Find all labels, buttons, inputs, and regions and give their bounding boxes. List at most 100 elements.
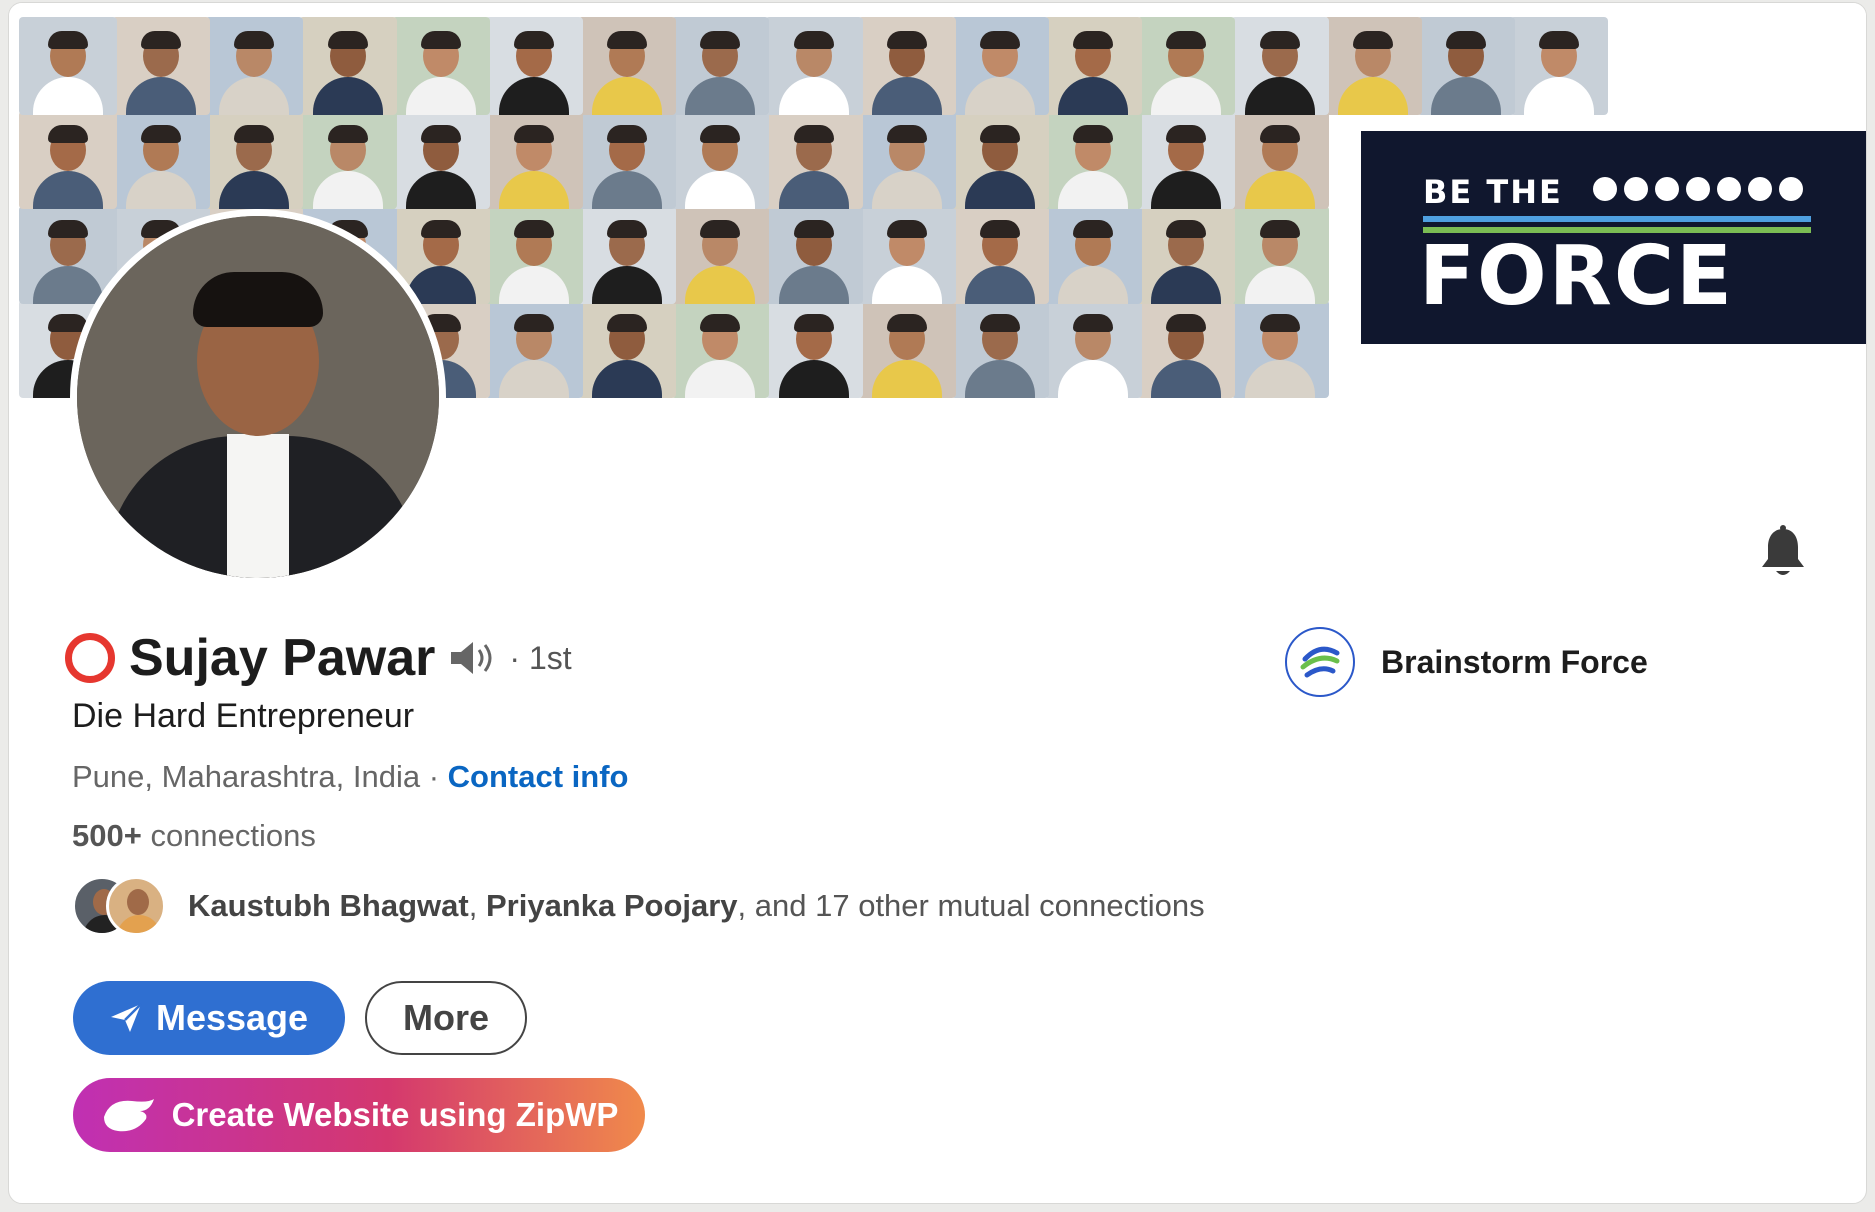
tile-body <box>778 360 849 398</box>
tile-hair <box>420 125 461 143</box>
location-row: Pune, Maharashtra, India · Contact info <box>72 759 628 795</box>
connection-photo-tile <box>485 17 583 115</box>
connection-photo-tile <box>671 206 770 304</box>
tile-hair <box>980 125 1020 143</box>
contact-info-link[interactable]: Contact info <box>448 759 629 794</box>
tile-hair <box>1539 31 1580 49</box>
tile-hair <box>420 31 461 49</box>
logo-icon <box>1717 177 1741 201</box>
connection-photo-tile <box>1137 206 1236 304</box>
tile-body <box>1244 171 1315 209</box>
connection-photo-tile <box>764 111 863 209</box>
connection-photo-tile <box>951 111 1049 209</box>
connection-photo-tile <box>1044 300 1143 398</box>
tile-body <box>592 360 663 398</box>
connection-photo-tile <box>671 111 770 209</box>
connection-photo-tile <box>205 111 304 209</box>
profile-name: Sujay Pawar <box>129 629 436 687</box>
connections-number: 500+ <box>72 818 142 853</box>
tile-body <box>685 171 756 209</box>
tile-hair <box>607 314 648 332</box>
company-logo-icon <box>1285 627 1355 697</box>
tile-body <box>871 171 942 209</box>
mutual-comma: , <box>468 888 486 923</box>
connection-photo-tile <box>485 206 583 304</box>
tile-hair <box>980 314 1020 332</box>
mutual-rest: , and 17 other mutual connections <box>737 888 1205 923</box>
connection-photo-tile <box>391 17 490 115</box>
tile-body <box>405 171 476 209</box>
connection-photo-tile <box>951 206 1049 304</box>
tile-body <box>1151 77 1222 115</box>
mutual-connections[interactable]: Kaustubh Bhagwat, Priyanka Poojary, and … <box>72 876 1205 936</box>
tile-body <box>778 266 849 304</box>
more-button[interactable]: More <box>365 981 527 1055</box>
connection-photo-tile <box>298 17 397 115</box>
tile-hair <box>1073 314 1114 332</box>
tile-body <box>126 171 197 209</box>
connection-photo-tile <box>1230 17 1329 115</box>
banner-headline-small: BE THE <box>1423 173 1563 211</box>
tile-hair <box>1073 125 1114 143</box>
avatar-body <box>117 915 161 933</box>
tile-hair <box>141 125 182 143</box>
connection-photo-tile <box>1230 206 1329 304</box>
current-company[interactable]: Brainstorm Force <box>1285 627 1648 697</box>
connection-photo-tile <box>857 111 956 209</box>
tile-body <box>778 171 849 209</box>
connection-photo-tile <box>671 17 770 115</box>
connection-degree: · 1st <box>509 639 572 676</box>
location-separator: · <box>420 759 448 794</box>
tile-hair <box>1166 220 1207 238</box>
connections-count[interactable]: 500+ connections <box>72 818 316 854</box>
tile-hair <box>514 31 554 49</box>
message-button[interactable]: Message <box>73 981 345 1055</box>
tile-hair <box>700 220 741 238</box>
connection-photo-tile <box>857 206 956 304</box>
tile-hair <box>1446 31 1486 49</box>
profile-card: BE THE FORCE Sujay Pawar · 1st Die Hard … <box>8 2 1867 1204</box>
tile-hair <box>1166 31 1207 49</box>
tile-body <box>1524 77 1595 115</box>
logo-icon <box>1655 177 1679 201</box>
connection-photo-tile <box>951 17 1049 115</box>
mutual-name-1: Kaustubh Bhagwat <box>188 888 469 923</box>
tile-body <box>33 171 103 209</box>
zipwp-logo-icon <box>103 1099 154 1132</box>
tile-body <box>33 77 103 115</box>
photo-shirt <box>227 434 289 578</box>
connection-photo-tile <box>578 111 677 209</box>
tile-hair <box>141 31 182 49</box>
speaker-icon[interactable] <box>449 638 497 678</box>
tile-hair <box>886 314 927 332</box>
connection-photo-tile <box>1323 17 1422 115</box>
tile-hair <box>886 220 927 238</box>
bell-icon[interactable] <box>1757 525 1809 579</box>
connection-photo-tile <box>1044 111 1143 209</box>
logo-icon <box>1624 177 1648 201</box>
tile-hair <box>327 31 368 49</box>
tile-body <box>965 77 1035 115</box>
profile-headline: Die Hard Entrepreneur <box>72 697 415 735</box>
tile-body <box>592 266 663 304</box>
connection-photo-tile <box>205 17 304 115</box>
tile-hair <box>1259 314 1300 332</box>
tile-body <box>219 171 290 209</box>
tile-hair <box>700 125 741 143</box>
name-row: Sujay Pawar · 1st <box>65 628 572 688</box>
tile-body <box>499 360 569 398</box>
logo-icon <box>1686 177 1710 201</box>
connection-photo-tile <box>764 300 863 398</box>
zipwp-button[interactable]: Create Website using ZipWP <box>73 1078 645 1152</box>
banner-logo-icons <box>1593 177 1803 201</box>
tile-hair <box>1259 220 1300 238</box>
tile-hair <box>1073 220 1114 238</box>
tile-hair <box>514 125 554 143</box>
logo-icon <box>1593 177 1617 201</box>
tile-body <box>1151 171 1222 209</box>
mutual-connections-text[interactable]: Kaustubh Bhagwat, Priyanka Poojary, and … <box>188 888 1205 924</box>
connection-photo-tile <box>298 111 397 209</box>
connection-photo-tile <box>19 17 117 115</box>
avatar-head <box>127 889 149 915</box>
profile-photo[interactable] <box>70 209 446 585</box>
